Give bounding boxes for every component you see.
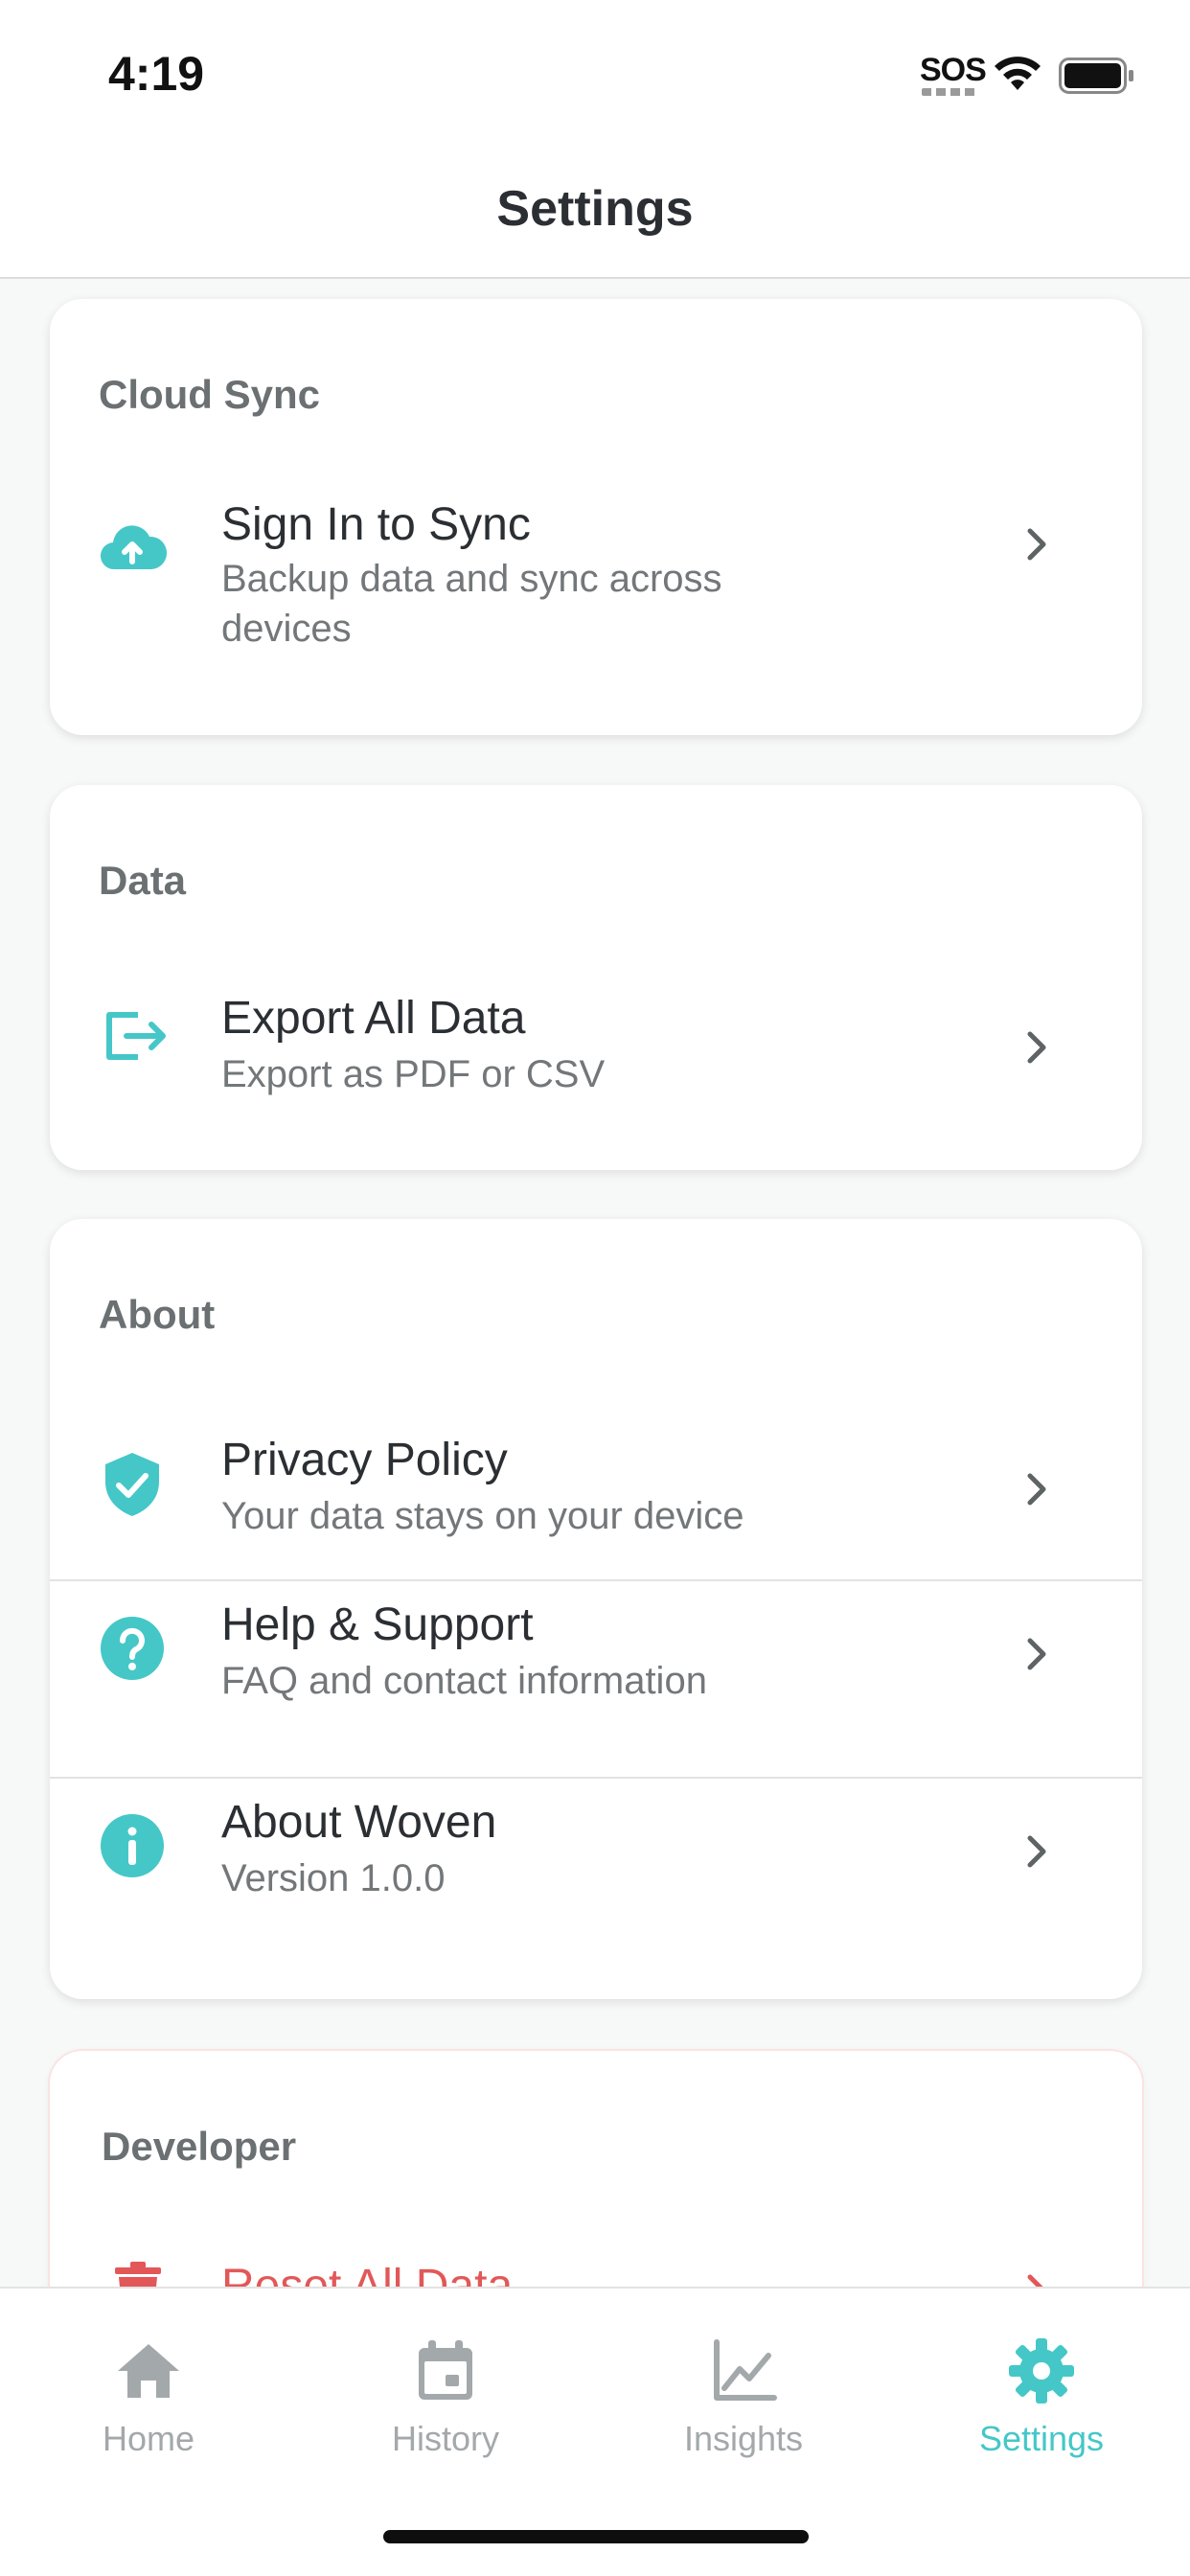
page-title: Settings <box>496 181 694 237</box>
row-title: Sign In to Sync <box>221 499 531 550</box>
status-time: 4:19 <box>108 47 205 101</box>
tab-home[interactable]: Home <box>24 2336 273 2459</box>
tab-insights[interactable]: Insights <box>619 2336 868 2459</box>
data-section: Data Export All Data Export as PDF or CS… <box>50 785 1142 1170</box>
sign-in-to-sync-row[interactable]: Sign In to Sync Backup data and sync acr… <box>50 491 1142 735</box>
sos-indicator: SOS <box>920 52 987 88</box>
tab-history[interactable]: History <box>321 2336 570 2459</box>
status-bar: 4:19 SOS <box>0 0 1190 144</box>
row-title: About Woven <box>221 1797 497 1848</box>
about-section: About Privacy Policy Your data stays on … <box>50 1219 1142 1999</box>
section-title-data: Data <box>99 858 187 903</box>
row-subtitle: Version 1.0.0 <box>221 1857 446 1899</box>
home-icon <box>118 2344 179 2398</box>
row-title: Help & Support <box>221 1599 534 1650</box>
navigation-bar: Settings <box>0 144 1190 279</box>
chart-icon <box>714 2339 777 2401</box>
help-icon <box>101 1617 164 1680</box>
chevron-right-icon <box>1027 1031 1046 1064</box>
row-subtitle: Export as PDF or CSV <box>221 1053 606 1095</box>
signal-dots-icon <box>922 88 975 96</box>
row-title: Export All Data <box>221 993 526 1044</box>
chevron-right-icon <box>1027 1473 1046 1506</box>
settings-screen: 4:19 SOS Settings Cloud Sync Sign In to … <box>0 0 1190 2576</box>
tab-label: Settings <box>978 2419 1105 2458</box>
section-title-developer: Developer <box>102 2124 297 2169</box>
tab-label: History <box>391 2419 499 2458</box>
chevron-right-icon <box>1027 1835 1046 1868</box>
help-support-row[interactable]: Help & Support FAQ and contact informati… <box>50 1579 1142 1777</box>
row-subtitle: Backup data and sync across devices <box>221 558 722 650</box>
home-indicator[interactable] <box>383 2530 809 2543</box>
chevron-right-icon <box>1027 528 1046 561</box>
info-icon <box>101 1814 164 1877</box>
section-title-cloud-sync: Cloud Sync <box>99 372 321 417</box>
calendar-icon <box>419 2340 472 2400</box>
tab-label: Insights <box>683 2419 804 2458</box>
wifi-icon <box>995 57 1041 90</box>
gear-icon <box>1009 2338 1074 2404</box>
tab-settings[interactable]: Settings <box>917 2336 1166 2459</box>
chevron-right-icon <box>1027 1638 1046 1670</box>
row-title: Privacy Policy <box>221 1435 508 1485</box>
cloud-sync-section: Cloud Sync Sign In to Sync Backup data a… <box>50 299 1142 735</box>
section-title-about: About <box>99 1292 216 1337</box>
battery-icon <box>1059 58 1133 94</box>
shield-check-icon <box>105 1453 159 1516</box>
cloud-upload-icon <box>100 525 167 570</box>
row-subtitle: Your data stays on your device <box>221 1495 744 1537</box>
about-woven-row[interactable]: About Woven Version 1.0.0 <box>50 1777 1142 1999</box>
row-subtitle: FAQ and contact information <box>221 1660 707 1702</box>
export-icon <box>106 1012 166 1060</box>
tab-label: Home <box>102 2419 195 2458</box>
export-all-data-row[interactable]: Export All Data Export as PDF or CSV <box>50 977 1142 1170</box>
